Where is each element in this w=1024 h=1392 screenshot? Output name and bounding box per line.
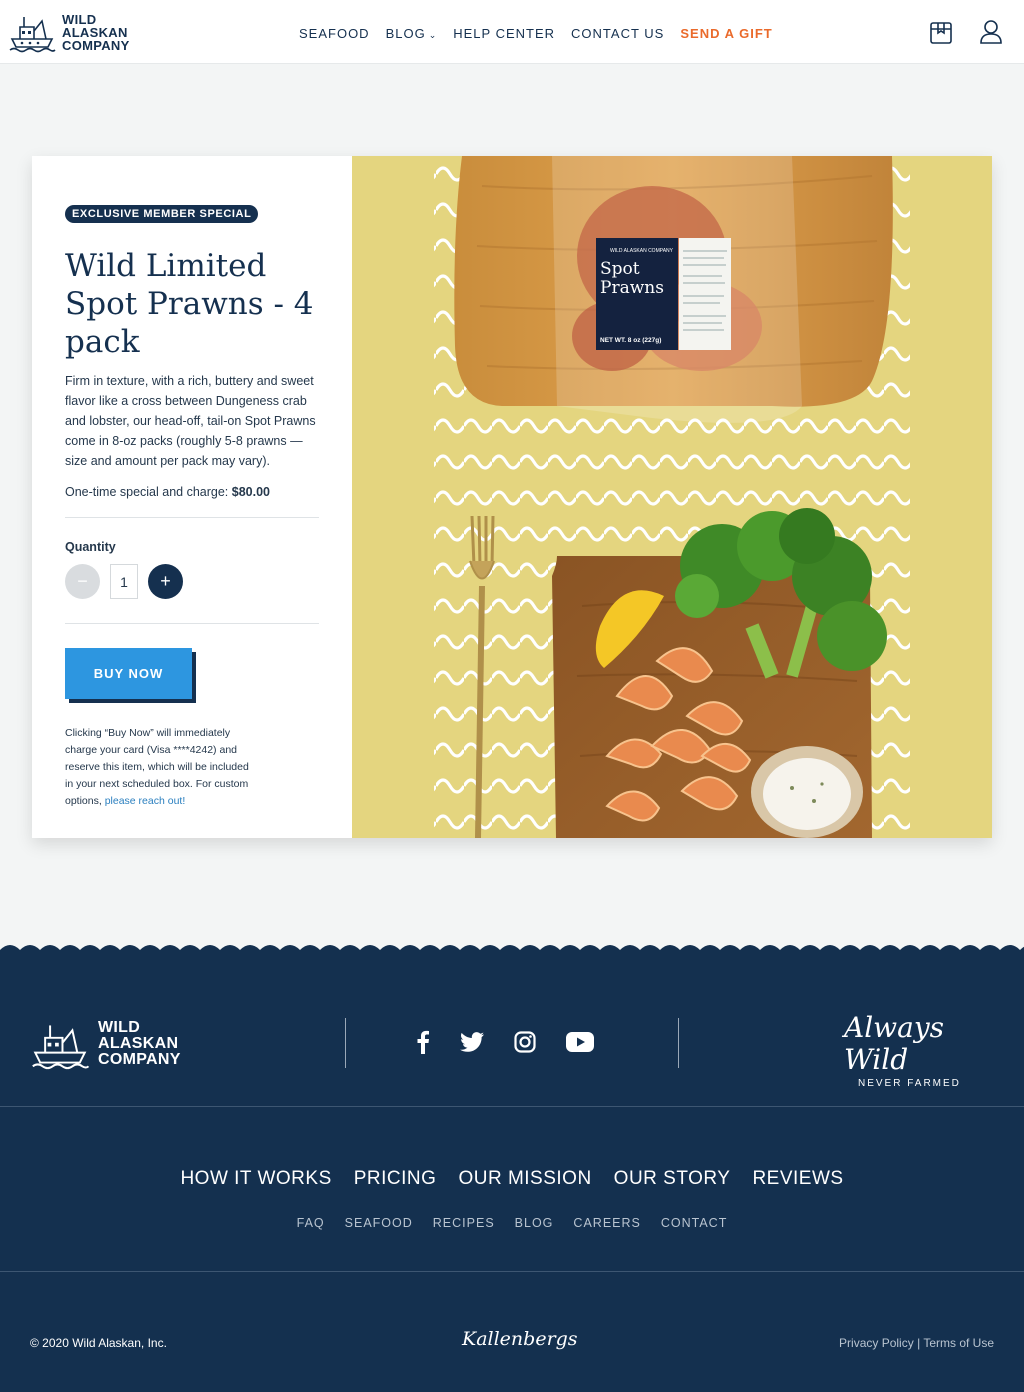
footer-link-careers[interactable]: CAREERS xyxy=(573,1216,640,1230)
footer-link-blog[interactable]: BLOG xyxy=(515,1216,554,1230)
logo-line: WILD xyxy=(62,11,97,27)
product-description: Firm in texture, with a rich, buttery an… xyxy=(65,374,316,468)
nav-send-a-gift[interactable]: SEND A GIFT xyxy=(680,26,772,41)
footer-link-our-mission[interactable]: OUR MISSION xyxy=(458,1168,591,1190)
logo-line: ALASKAN xyxy=(62,24,128,40)
footer-main-links: HOW IT WORKS PRICING OUR MISSION OUR STO… xyxy=(0,1168,1024,1190)
quantity-input[interactable]: 1 xyxy=(110,564,138,599)
package-weight: NET WT. 8 oz (227g) xyxy=(600,337,661,344)
site-footer: WILD ALASKAN COMPANY Always Wild NEVER F… xyxy=(0,942,1024,1392)
tagline-script: Always Wild xyxy=(844,1011,945,1076)
nav-help-center[interactable]: HELP CENTER xyxy=(453,26,555,41)
youtube-icon[interactable] xyxy=(566,1032,594,1057)
product-title: Wild Limited Spot Prawns - 4 pack xyxy=(65,248,314,360)
twitter-icon[interactable] xyxy=(460,1032,484,1057)
package-product-name: Spot Prawns xyxy=(600,260,664,298)
privacy-policy-link[interactable]: Privacy Policy xyxy=(839,1336,914,1350)
instagram-icon[interactable] xyxy=(514,1031,536,1058)
dipping-sauce-bowl xyxy=(751,746,863,838)
chevron-down-icon: ⌄ xyxy=(428,30,438,40)
reach-out-link[interactable]: please reach out! xyxy=(105,795,186,807)
nav-contact-us[interactable]: CONTACT US xyxy=(571,26,664,41)
package-label: WILD ALASKAN COMPANY Spot Prawns NET WT.… xyxy=(596,238,731,350)
product-photo: WILD ALASKAN COMPANY Spot Prawns NET WT.… xyxy=(352,156,992,838)
product-photo-illustration: WILD ALASKAN COMPANY Spot Prawns NET WT.… xyxy=(434,156,910,838)
product-info: EXCLUSIVE MEMBER SPECIAL Wild Limited Sp… xyxy=(32,156,352,838)
logo-line: COMPANY xyxy=(98,1051,181,1068)
divider xyxy=(65,517,319,518)
product-card: EXCLUSIVE MEMBER SPECIAL Wild Limited Sp… xyxy=(32,156,992,838)
footer-rule xyxy=(0,1271,1024,1272)
footer-rule xyxy=(0,1106,1024,1107)
logo-wordmark: WILD ALASKAN COMPANY xyxy=(62,13,130,52)
footer-link-recipes[interactable]: RECIPES xyxy=(433,1216,495,1230)
footer-divider xyxy=(345,1018,346,1068)
footer-link-seafood[interactable]: SEAFOOD xyxy=(345,1216,413,1230)
decrease-quantity-button[interactable]: − xyxy=(65,564,100,599)
footer-divider xyxy=(678,1018,679,1068)
footer-link-contact[interactable]: CONTACT xyxy=(661,1216,728,1230)
facebook-icon[interactable] xyxy=(416,1030,430,1059)
agency-credit-logo[interactable]: Kallenbergs xyxy=(462,1328,578,1350)
footer-sub-links: FAQ SEAFOOD RECIPES BLOG CAREERS CONTACT xyxy=(0,1216,1024,1230)
logo-line: WILD xyxy=(98,1019,141,1036)
fishing-boat-icon xyxy=(9,17,56,53)
logo-line: ALASKAN xyxy=(98,1035,179,1052)
package-brand: WILD ALASKAN COMPANY xyxy=(610,248,674,254)
product-price-line: One-time special and charge: $80.00 xyxy=(65,485,319,499)
box-icon[interactable] xyxy=(929,19,953,45)
footer-link-our-story[interactable]: OUR STORY xyxy=(614,1168,731,1190)
always-wild-tagline: Always Wild NEVER FARMED xyxy=(844,1012,996,1090)
footer-body: WILD ALASKAN COMPANY Always Wild NEVER F… xyxy=(0,954,1024,1392)
footer-link-faq[interactable]: FAQ xyxy=(297,1216,325,1230)
divider xyxy=(65,623,319,624)
footer-link-reviews[interactable]: REVIEWS xyxy=(752,1168,843,1190)
terms-of-use-link[interactable]: Terms of Use xyxy=(923,1336,994,1350)
site-logo[interactable]: WILD ALASKAN COMPANY xyxy=(8,11,130,53)
footer-logo[interactable]: WILD ALASKAN COMPANY xyxy=(30,1018,181,1070)
legal-links: Privacy Policy | Terms of Use xyxy=(839,1336,994,1350)
nav-blog[interactable]: BLOG ⌄ xyxy=(386,26,438,41)
buy-now-label: BUY NOW xyxy=(65,648,192,699)
footer-link-pricing[interactable]: PRICING xyxy=(354,1168,437,1190)
social-links xyxy=(416,1030,594,1059)
site-header: WILD ALASKAN COMPANY SEAFOOD BLOG ⌄ HELP … xyxy=(0,0,1024,64)
nav-seafood[interactable]: SEAFOOD xyxy=(299,26,370,41)
fishing-boat-icon xyxy=(32,1025,90,1070)
user-icon[interactable] xyxy=(979,19,1003,45)
buy-now-button[interactable]: BUY NOW xyxy=(65,648,196,703)
price-label: One-time special and charge: xyxy=(65,485,232,499)
price-value: $80.00 xyxy=(231,485,270,499)
quantity-label: Quantity xyxy=(65,540,116,554)
member-special-badge: EXCLUSIVE MEMBER SPECIAL xyxy=(65,205,259,223)
copyright-text: © 2020 Wild Alaskan, Inc. xyxy=(30,1336,167,1350)
legal-separator: | xyxy=(917,1336,921,1350)
nav-blog-label: BLOG xyxy=(385,26,426,41)
increase-quantity-button[interactable]: + xyxy=(148,564,183,599)
tagline-small: NEVER FARMED xyxy=(858,1078,961,1089)
quantity-stepper: − 1 + xyxy=(65,564,319,599)
footer-logo-wordmark: WILD ALASKAN COMPANY xyxy=(98,1020,181,1068)
footer-link-how-it-works[interactable]: HOW IT WORKS xyxy=(180,1168,331,1190)
main-nav: SEAFOOD BLOG ⌄ HELP CENTER CONTACT US SEN… xyxy=(299,26,773,41)
logo-line: COMPANY xyxy=(62,37,130,53)
purchase-note: Clicking “Buy Now” will immediately char… xyxy=(65,725,255,810)
